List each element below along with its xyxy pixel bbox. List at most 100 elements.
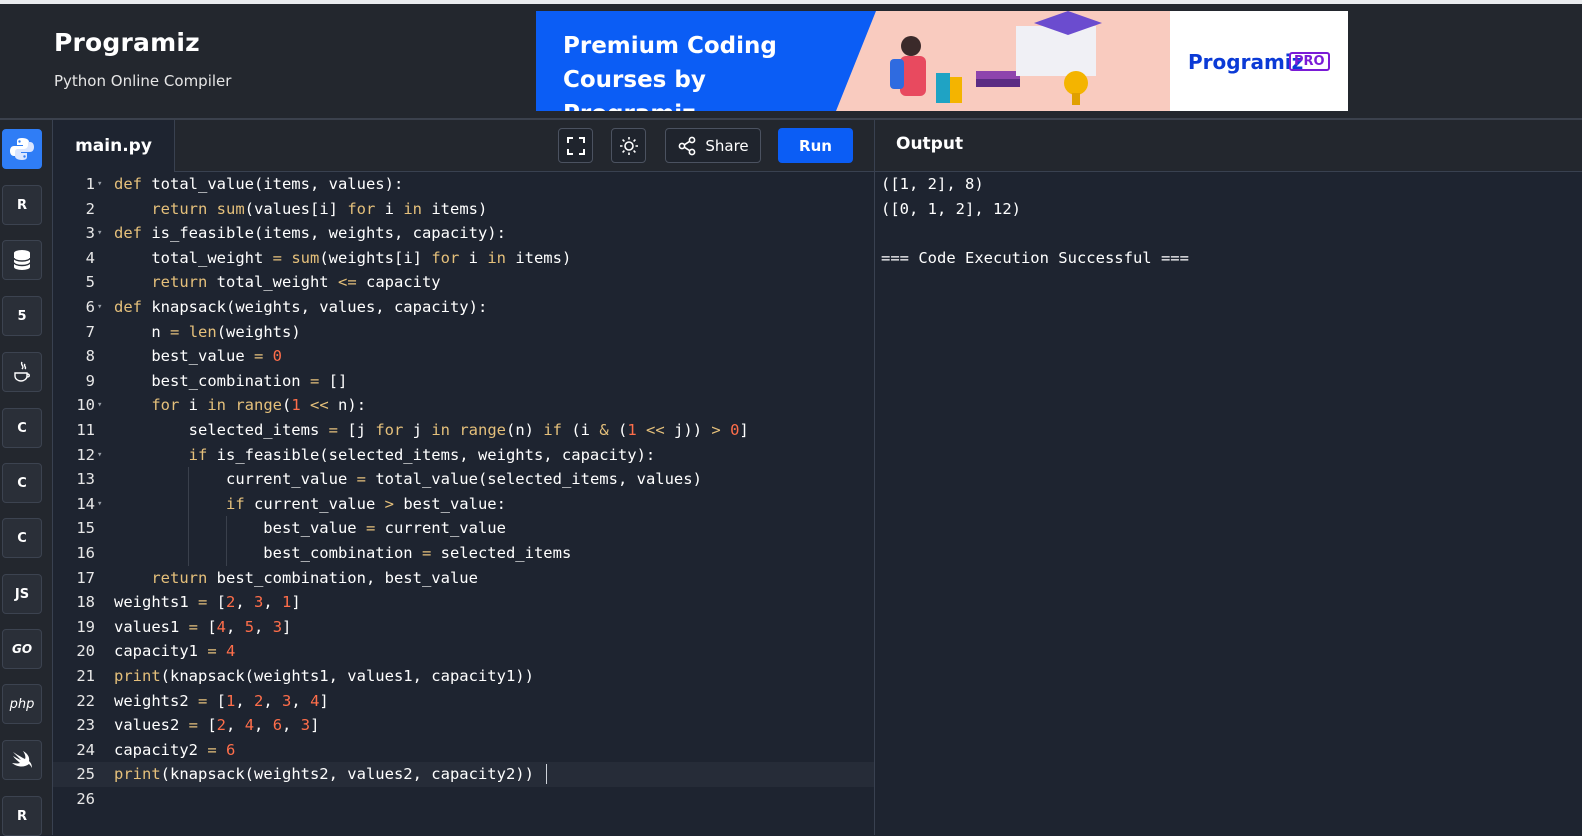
fold-toggle-icon[interactable]: ▾: [97, 492, 107, 517]
code-text: values2 = [2, 4, 6, 3]: [114, 716, 320, 735]
code-text: best_value = 0: [114, 347, 283, 366]
code-text: best_combination = []: [114, 371, 348, 390]
ad-text: Premium Coding Courses by Programiz: [536, 11, 836, 111]
sun-icon: [619, 136, 638, 155]
code-line: 13 current_value = total_value(selected_…: [53, 467, 874, 492]
fold-toggle-icon[interactable]: ▾: [97, 443, 107, 468]
python-logo-icon: [10, 138, 34, 160]
code-text: def total_value(items, values):: [114, 175, 404, 193]
python-icon[interactable]: [2, 129, 42, 169]
code-text: return sum(values[i] for i in items): [151, 199, 488, 218]
theme-toggle-button[interactable]: [611, 128, 646, 163]
line-number: 15: [76, 519, 95, 538]
tab-main-py[interactable]: main.py: [53, 120, 175, 172]
html5-icon[interactable]: 5: [2, 296, 42, 336]
code-text: n = len(weights): [114, 322, 301, 341]
line-number: 21: [76, 667, 95, 685]
swift-icon[interactable]: [2, 740, 42, 780]
code-text: return total_weight <= capacity: [151, 273, 441, 292]
code-text: def is_feasible(items, weights, capacity…: [114, 224, 506, 243]
cpp-icon[interactable]: C: [2, 463, 42, 503]
code-line: 1 ▾ def total_value(items, values):: [53, 172, 874, 197]
line-number: 25: [76, 765, 95, 784]
code-line: 5 return total_weight <= capacity: [53, 270, 874, 295]
go-icon[interactable]: GO: [2, 629, 42, 669]
code-text: total_weight = sum(weights[i] for i in i…: [114, 248, 572, 267]
output-line: ([1, 2], 8): [881, 175, 984, 193]
line-number: 20: [76, 642, 95, 661]
line-number: 10: [76, 396, 95, 415]
ad-pro-badge: PRO: [1289, 52, 1330, 71]
code-text: best_value = current_value: [114, 519, 506, 538]
output-line: ([0, 1, 2], 12): [881, 199, 1021, 218]
code-line: 11 selected_items = [j for j in range(n)…: [53, 418, 874, 443]
go-label: GO: [11, 642, 33, 656]
code-line: 12 ▾ if is_feasible(selected_items, weigh…: [53, 443, 874, 468]
fold-toggle-icon[interactable]: ▾: [97, 221, 107, 246]
r-lang-icon[interactable]: R: [2, 185, 42, 225]
header: Programiz Python Online Compiler Premium…: [0, 4, 1582, 118]
fold-toggle-icon[interactable]: ▾: [97, 172, 107, 197]
language-sidebar: R 5 C C C JS GO php R: [0, 120, 53, 836]
line-number: 11: [76, 421, 95, 439]
fullscreen-button[interactable]: [558, 128, 593, 163]
code-line: 25 print(knapsack(weights2, values2, capa…: [53, 762, 874, 787]
code-text: weights1 = [2, 3, 1]: [114, 593, 301, 612]
swift-bird-icon: [12, 751, 32, 768]
java-cup-icon: [14, 361, 30, 382]
javascript-icon[interactable]: JS: [2, 574, 42, 614]
share-icon: [678, 136, 696, 155]
line-number: 26: [76, 790, 95, 808]
ad-brand: Programiz: [1188, 50, 1304, 74]
line-number: 9: [85, 371, 95, 390]
page-subtitle: Python Online Compiler: [54, 72, 232, 90]
php-icon[interactable]: php: [2, 684, 42, 724]
share-button[interactable]: Share: [665, 128, 761, 163]
line-number: 7: [85, 322, 95, 341]
csharp-label: C: [17, 530, 27, 546]
code-line: 17 return best_combination, best_value: [53, 566, 874, 591]
sql-icon[interactable]: [2, 240, 42, 280]
code-text: best_combination = selected_items: [114, 544, 572, 562]
programiz-logo[interactable]: Programiz: [54, 28, 200, 57]
php-label: php: [9, 696, 35, 712]
code-line: 7 n = len(weights): [53, 320, 874, 345]
fullscreen-icon: [566, 136, 585, 155]
code-text: if is_feasible(selected_items, weights, …: [188, 445, 656, 464]
code-editor-panel: main.py Share Run 1 ▾ def total_value(item…: [53, 120, 874, 835]
output-console[interactable]: ([1, 2], 8) ([0, 1, 2], 12) === Code Exec…: [881, 172, 1189, 270]
ad-illustration: [836, 11, 1170, 111]
code-line: 20 capacity1 = 4: [53, 639, 874, 664]
line-number: 2: [85, 199, 95, 218]
fold-toggle-icon[interactable]: ▾: [97, 295, 107, 320]
code-line: 19 values1 = [4, 5, 3]: [53, 615, 874, 640]
line-number: 24: [76, 740, 95, 759]
java-icon[interactable]: [2, 352, 42, 392]
line-number: 14: [76, 494, 95, 513]
editor-toolbar: main.py Share Run: [53, 120, 874, 172]
ad-illustration-art: [836, 11, 1102, 111]
line-number: 23: [76, 716, 95, 735]
output-line: === Code Execution Successful ===: [881, 248, 1189, 267]
line-number: 4: [85, 248, 95, 267]
code-line: 4 total_weight = sum(weights[i] for i in…: [53, 246, 874, 271]
line-number: 13: [76, 470, 95, 489]
ad-banner[interactable]: Premium Coding Courses by Programiz Prog…: [536, 11, 1348, 111]
code-line: 3 ▾ def is_feasible(items, weights, capaci…: [53, 221, 874, 246]
code-line: 2 return sum(values[i] for i in items): [53, 197, 874, 222]
code-line: 15 best_value = current_value: [53, 516, 874, 541]
run-button[interactable]: Run: [778, 128, 853, 163]
code-line: 8 best_value = 0: [53, 344, 874, 369]
code-text: selected_items = [j for j in range(n) if…: [114, 421, 749, 439]
line-number: 8: [85, 347, 95, 366]
code-area[interactable]: 1 ▾ def total_value(items, values): 2 retur…: [53, 172, 874, 835]
line-number: 12: [76, 445, 95, 464]
database-icon: [13, 250, 31, 270]
rust-icon[interactable]: R: [2, 796, 42, 836]
fold-toggle-icon[interactable]: ▾: [97, 393, 107, 418]
javascript-label: JS: [14, 586, 30, 602]
csharp-icon[interactable]: C: [2, 518, 42, 558]
c-lang-icon[interactable]: C: [2, 408, 42, 448]
code-text: current_value = total_value(selected_ite…: [114, 470, 702, 489]
